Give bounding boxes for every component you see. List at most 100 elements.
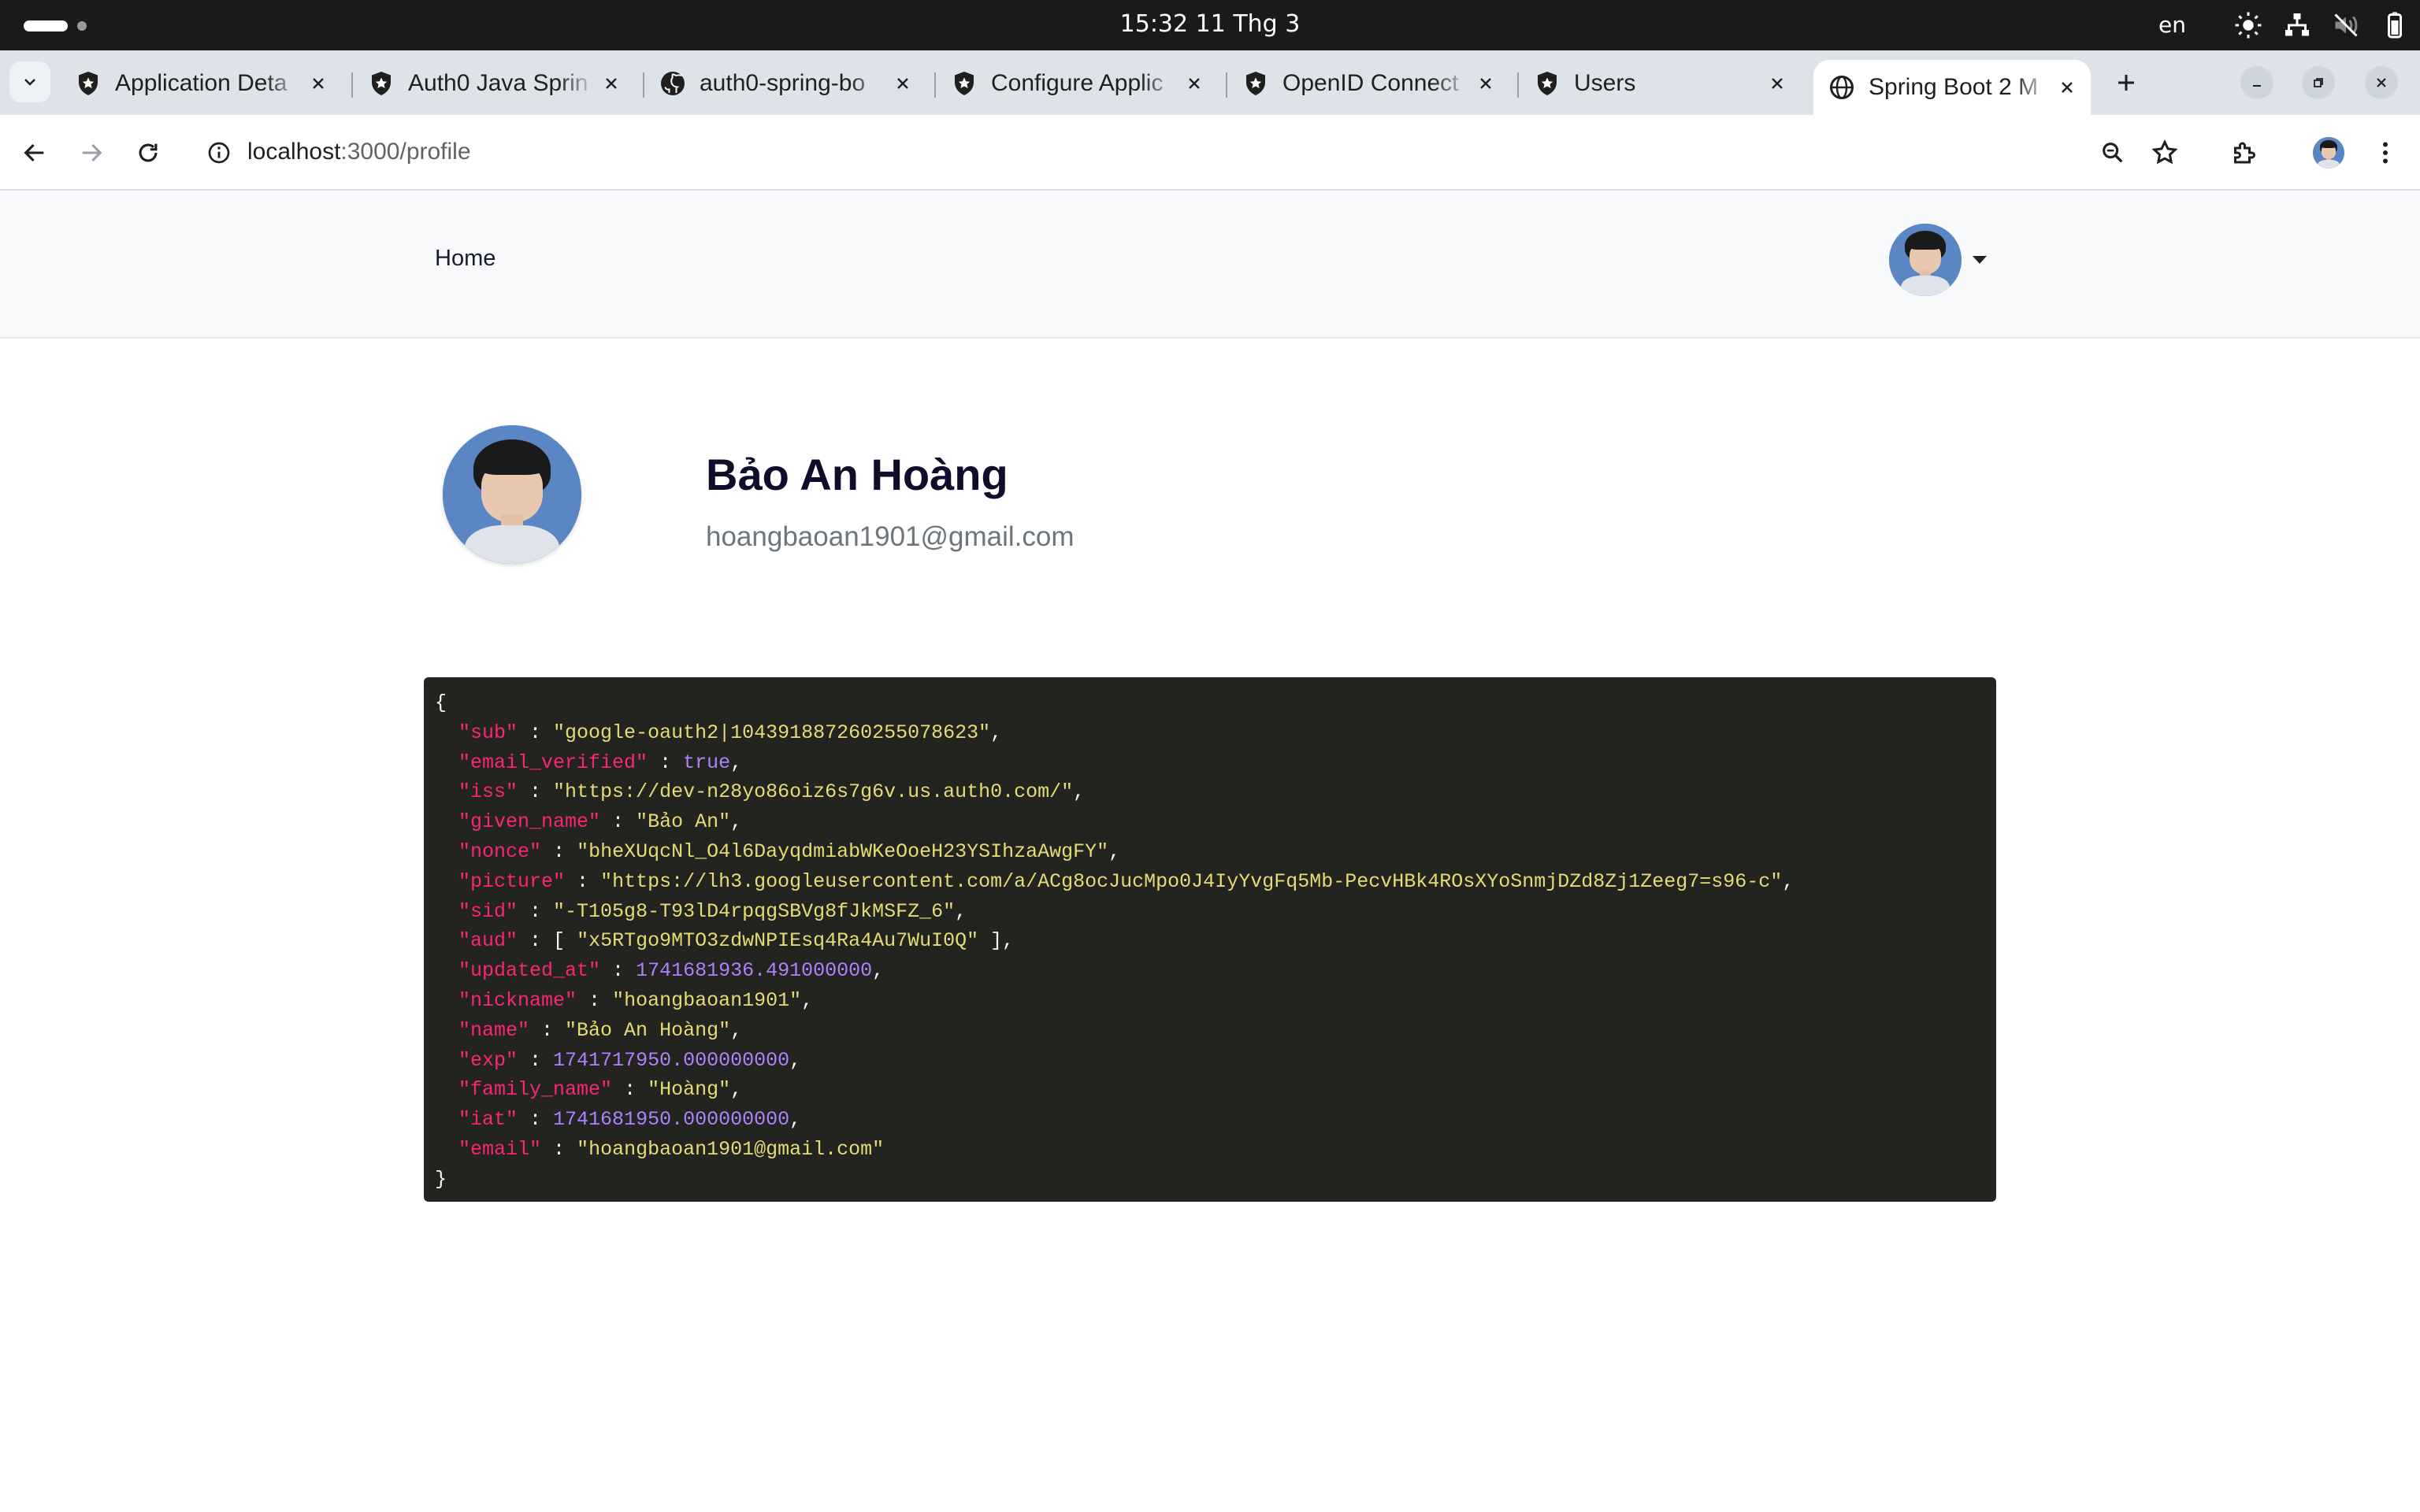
json-claim-line: "given_name" : "Bảo An", <box>458 810 743 834</box>
forward-button[interactable] <box>71 132 112 173</box>
bookmark-star-button[interactable] <box>2144 132 2185 173</box>
restore-window-button[interactable] <box>2302 66 2335 99</box>
auth0-shield-icon <box>950 69 978 98</box>
json-claim-key: "iss" <box>458 780 518 804</box>
tab-github-auth0-spring-boot[interactable]: auth0-spring-bo <box>644 60 926 107</box>
battery-icon <box>2388 12 2402 39</box>
arrow-right-icon <box>82 143 102 162</box>
tab-label: Configure Applic <box>991 70 1164 96</box>
tab-label: Spring Boot 2 M <box>1869 74 2039 100</box>
json-claim-value: true <box>683 750 731 774</box>
close-tab-icon[interactable] <box>2051 72 2083 103</box>
tab-search-button[interactable] <box>9 61 50 102</box>
url-host: localhost <box>247 139 341 165</box>
json-claim-value: 1741717950.000000000 <box>553 1048 790 1072</box>
tab-label: Users <box>1574 70 1636 96</box>
reload-icon <box>139 143 158 162</box>
close-window-button[interactable] <box>2365 66 2398 99</box>
json-claim-key: "aud" <box>458 929 518 953</box>
tab-label: auth0-spring-bo <box>700 70 866 96</box>
reload-button[interactable] <box>128 132 169 173</box>
close-tab-icon[interactable] <box>887 68 919 99</box>
tab-label: Auth0 Java Sprin <box>408 70 588 96</box>
address-bar[interactable]: localhost:3000/profile <box>186 124 2140 181</box>
profile-avatar <box>443 425 581 564</box>
json-claim-key: "name" <box>458 1018 530 1042</box>
tab-auth0-java-spring[interactable]: Auth0 Java Sprin <box>353 60 635 107</box>
new-tab-button[interactable] <box>2105 61 2147 104</box>
close-tab-icon[interactable] <box>302 68 334 99</box>
tab-openid-connect[interactable]: OpenID Connect <box>1227 60 1509 107</box>
json-claim-key: "updated_at" <box>458 959 601 983</box>
tab-application-details[interactable]: Application Deta <box>60 60 342 107</box>
json-claim-line: "nonce" : "bheXUqcNl_O4l6DayqdmiabWKeOoe… <box>458 839 1121 863</box>
json-close-brace: } <box>435 1167 447 1191</box>
profile-email: hoangbaoan1901@gmail.com <box>706 521 1075 552</box>
json-open-brace: { <box>435 691 447 714</box>
close-tab-icon[interactable] <box>1178 68 1210 99</box>
site-navbar: Home <box>0 192 2420 339</box>
json-claims-list: "sub" : "google-oauth2|10439188726025507… <box>435 718 1985 1165</box>
json-claim-value: "google-oauth2|104391887260255078623" <box>553 721 991 744</box>
restore-icon <box>2314 78 2323 87</box>
arrow-left-icon <box>24 143 44 162</box>
globe-icon <box>1828 73 1856 102</box>
tab-spring-boot-active[interactable]: Spring Boot 2 M <box>1813 60 2091 115</box>
tab-label: OpenID Connect <box>1282 70 1459 96</box>
json-claim-value: "x5RTgo9MTO3zdwNPIEsq4Ra4Au7WuI0Q" <box>577 929 979 953</box>
json-claim-key: "nickname" <box>458 988 577 1012</box>
json-claim-value: "Hoàng" <box>648 1078 731 1102</box>
site-info-icon[interactable] <box>205 139 233 167</box>
user-menu-toggle[interactable] <box>1889 224 1987 296</box>
json-claim-value: "-T105g8-T93lD4rpqgSBVg8fJkMSFZ_6" <box>553 899 956 923</box>
json-claim-line: "family_name" : "Hoàng", <box>458 1078 743 1102</box>
close-tab-icon[interactable] <box>1761 68 1793 99</box>
brightness-icon <box>2235 12 2262 39</box>
json-claim-value: "hoangbaoan1901" <box>612 988 802 1012</box>
user-claims-json: { "sub" : "google-oauth2|104391887260255… <box>424 677 1996 1202</box>
close-tab-icon[interactable] <box>1470 68 1501 99</box>
clock[interactable]: 15:32 11 Thg 3 <box>0 10 2420 38</box>
profile-button[interactable] <box>2308 132 2349 173</box>
nav-home-link[interactable]: Home <box>435 246 496 272</box>
json-claim-line: "exp" : 1741717950.000000000, <box>458 1048 802 1072</box>
json-claim-value: "Bảo An Hoàng" <box>565 1018 731 1042</box>
github-icon <box>659 69 687 98</box>
json-claim-value: 1741681950.000000000 <box>553 1108 790 1132</box>
json-claim-key: "sub" <box>458 721 518 744</box>
plus-icon <box>2118 75 2134 91</box>
json-claim-value: "bheXUqcNl_O4l6DayqdmiabWKeOoeH23YSIhzaA… <box>577 839 1109 863</box>
json-claim-line: "aud" : [ "x5RTgo9MTO3zdwNPIEsq4Ra4Au7Wu… <box>458 929 1015 953</box>
json-claim-value: "Bảo An" <box>636 810 731 834</box>
json-claim-value: "https://dev-n28yo86oiz6s7g6v.us.auth0.c… <box>553 780 1074 804</box>
star-icon <box>2151 139 2178 165</box>
close-icon <box>2377 78 2386 87</box>
json-claim-line: "sub" : "google-oauth2|10439188726025507… <box>458 721 1003 744</box>
chrome-menu-button[interactable] <box>2365 132 2406 173</box>
tab-users[interactable]: Users <box>1519 60 1801 107</box>
browser-tab-strip: Application Deta Auth0 Java Sprin auth0-… <box>0 50 2420 115</box>
url-path: :3000/profile <box>340 139 471 165</box>
minimize-window-button[interactable] <box>2240 66 2273 99</box>
json-claim-line: "picture" : "https://lh3.googleuserconte… <box>458 869 1795 893</box>
tab-configure-applications[interactable]: Configure Applic <box>936 60 1218 107</box>
system-tray[interactable] <box>2234 11 2409 39</box>
json-claim-value: 1741681936.491000000 <box>636 959 873 983</box>
caret-down-icon <box>1973 256 1987 264</box>
more-vertical-icon <box>2383 142 2388 164</box>
json-claim-line: "iss" : "https://dev-n28yo86oiz6s7g6v.us… <box>458 780 1086 804</box>
json-claim-line: "updated_at" : 1741681936.491000000, <box>458 959 885 983</box>
url-text[interactable]: localhost:3000/profile <box>247 139 471 165</box>
auth0-shield-icon <box>1533 69 1561 98</box>
json-claim-value: "hoangbaoan1901@gmail.com" <box>577 1137 885 1161</box>
zoom-icon[interactable] <box>2099 139 2127 167</box>
json-claim-line: "email_verified" : true, <box>458 750 743 774</box>
keyboard-language[interactable]: en <box>2158 12 2186 38</box>
close-tab-icon[interactable] <box>596 68 627 99</box>
json-claim-value: "https://lh3.googleusercontent.com/a/ACg… <box>600 869 1783 893</box>
extensions-button[interactable] <box>2223 132 2264 173</box>
json-claim-line: "nickname" : "hoangbaoan1901", <box>458 988 814 1012</box>
browser-toolbar: localhost:3000/profile <box>0 115 2420 191</box>
network-wired-icon <box>2285 13 2309 36</box>
back-button[interactable] <box>14 132 55 173</box>
